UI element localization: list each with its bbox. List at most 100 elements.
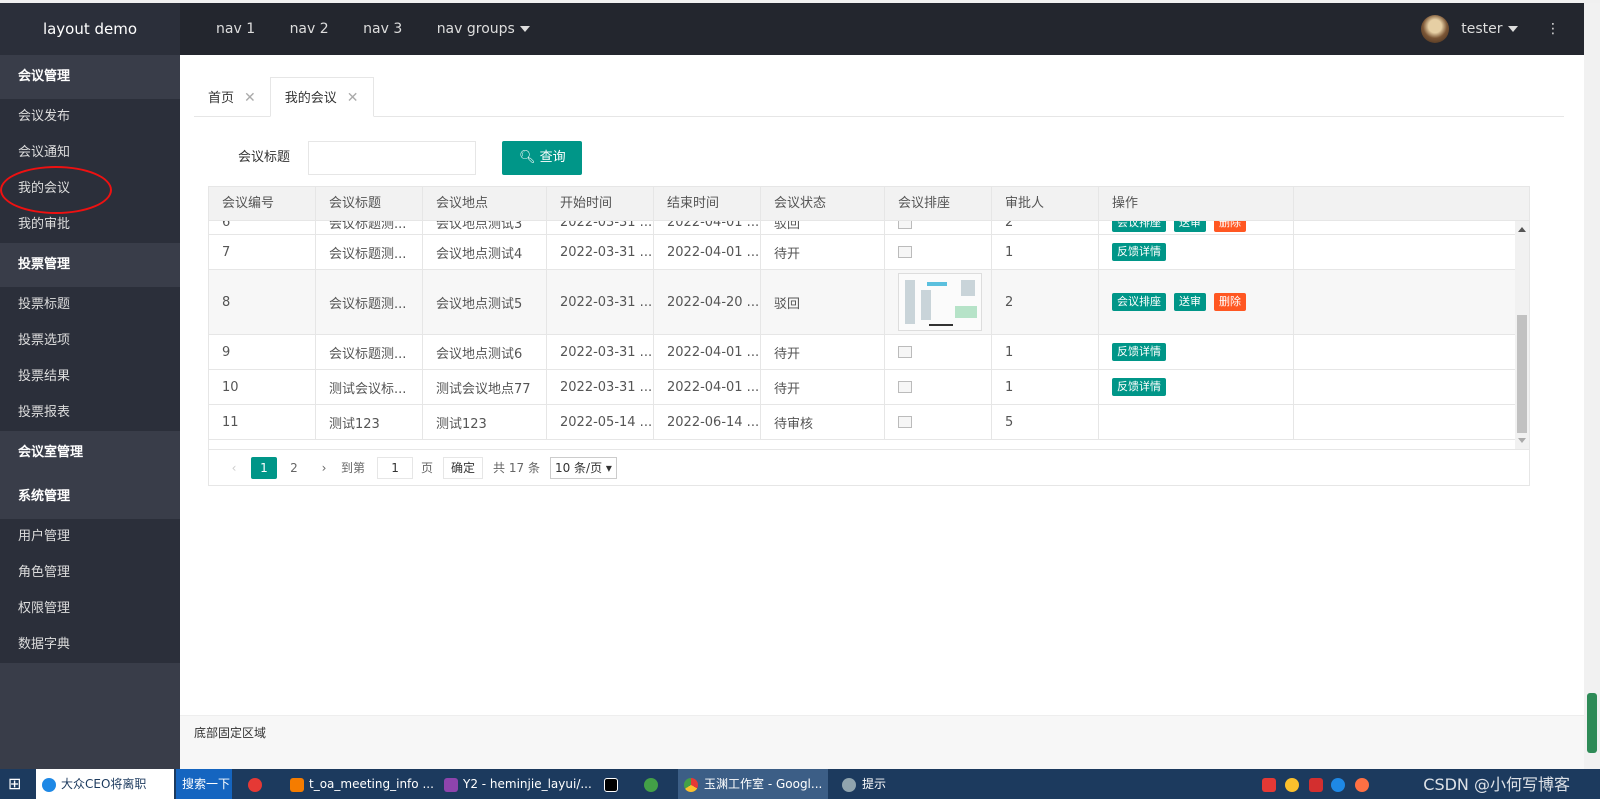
sidebar-item-user[interactable]: 用户管理	[0, 519, 180, 555]
scroll-down-icon[interactable]	[1518, 438, 1526, 443]
table-row[interactable]: 9 会议标题测... 会议地点测试6 2022-03-31 ... 2022-0…	[209, 335, 1529, 370]
main-content: 首页 ✕ 我的会议 ✕ 会议标题 🔍︎ 查询 会议编号 会议标题 会议地点 开始时间 …	[180, 55, 1584, 715]
sidebar-item-publish[interactable]: 会议发布	[0, 99, 180, 135]
green-app-icon[interactable]	[644, 769, 664, 799]
search-button[interactable]: 🔍︎ 查询	[502, 141, 583, 175]
col-id[interactable]: 会议编号	[209, 187, 316, 220]
taskbar-search[interactable]: 搜索一下	[176, 769, 232, 799]
taskbar-db[interactable]: t_oa_meeting_info ...	[284, 769, 434, 799]
sidebar-item-dictionary[interactable]: 数据字典	[0, 627, 180, 663]
col-end[interactable]: 结束时间	[654, 187, 761, 220]
broken-image-icon	[898, 381, 912, 393]
sidebar-item-role[interactable]: 角色管理	[0, 555, 180, 591]
feedback-detail-button[interactable]: 反馈详情	[1112, 343, 1166, 361]
scroll-up-icon[interactable]	[1518, 227, 1526, 232]
tray-app-icon[interactable]	[1355, 777, 1370, 792]
close-icon[interactable]: ✕	[244, 90, 256, 106]
seat-button[interactable]: 会议排座	[1112, 293, 1166, 311]
windows-start-icon[interactable]: ⊞	[8, 769, 21, 799]
tab-home[interactable]: 首页 ✕	[194, 78, 270, 118]
table-scrollbar[interactable]	[1515, 221, 1529, 449]
page-scrollbar-thumb[interactable]	[1587, 693, 1597, 753]
delete-button[interactable]: 删除	[1214, 221, 1246, 232]
cell-ops: 反馈详情	[1099, 370, 1294, 404]
goto-confirm-button[interactable]: 确定	[443, 456, 484, 479]
table-row[interactable]: 7 会议标题测... 会议地点测试4 2022-03-31 ... 2022-0…	[209, 235, 1529, 270]
sidebar-item-notice[interactable]: 会议通知	[0, 135, 180, 171]
sidebar-group-room[interactable]: 会议室管理	[0, 431, 180, 475]
col-status[interactable]: 会议状态	[761, 187, 885, 220]
nav-groups[interactable]: nav groups	[437, 21, 530, 37]
table-row[interactable]: 10 测试会议标... 测试会议地点77 2022-03-31 ... 2022…	[209, 370, 1529, 405]
seat-button[interactable]: 会议排座	[1112, 221, 1166, 232]
submit-review-button[interactable]: 送审	[1174, 221, 1206, 232]
app-icon[interactable]	[248, 769, 268, 799]
cell-title: 会议标题测...	[316, 221, 423, 234]
page-size-select[interactable]: 10 条/页 ▾	[549, 456, 617, 479]
cell-end: 2022-04-20 ...	[654, 270, 761, 334]
col-seat[interactable]: 会议排座	[885, 187, 992, 220]
bluetooth-icon[interactable]	[1331, 777, 1346, 792]
avatar	[1421, 15, 1450, 43]
close-icon[interactable]: ✕	[347, 90, 359, 106]
app-logo: layout demo	[0, 3, 180, 55]
meeting-title-input[interactable]	[308, 141, 477, 175]
cell-seat	[885, 335, 992, 369]
sogou-icon[interactable]	[1262, 777, 1276, 792]
sidebar-item-vote-report[interactable]: 投票报表	[0, 395, 180, 431]
taskbar-news[interactable]: 大众CEO将离职	[36, 769, 174, 799]
table-scrollbar-thumb[interactable]	[1517, 315, 1527, 433]
cell-approver: 1	[992, 335, 1099, 369]
tray-app-icon[interactable]	[1284, 777, 1299, 792]
sidebar-item-vote-option[interactable]: 投票选项	[0, 323, 180, 359]
sidebar-item-permission[interactable]: 权限管理	[0, 591, 180, 627]
wps-icon[interactable]	[1308, 777, 1323, 792]
chevron-down-icon	[1507, 26, 1518, 32]
submit-review-button[interactable]: 送审	[1174, 293, 1206, 311]
sidebar-group-system[interactable]: 系统管理	[0, 475, 180, 519]
table-body: 6 会议标题测... 会议地点测试3 2022-03-31 ... 2022-0…	[209, 221, 1529, 449]
table-row[interactable]: 6 会议标题测... 会议地点测试3 2022-03-31 ... 2022-0…	[209, 221, 1529, 235]
sidebar-group-meeting[interactable]: 会议管理	[0, 55, 180, 99]
intellij-icon[interactable]	[604, 769, 623, 799]
col-title[interactable]: 会议标题	[316, 187, 423, 220]
cell-status: 驳回	[761, 270, 885, 334]
page-scrollbar[interactable]	[1584, 3, 1600, 769]
sidebar-group-vote[interactable]: 投票管理	[0, 243, 180, 287]
col-approver[interactable]: 审批人	[992, 187, 1099, 220]
nav-item-1[interactable]: nav 1	[216, 21, 255, 37]
broken-image-icon	[898, 346, 912, 358]
search-icon: 🔍︎	[518, 150, 536, 165]
table-row[interactable]: 8 会议标题测... 会议地点测试5 2022-03-31 ... 2022-0…	[209, 270, 1529, 335]
cell-end: 2022-04-01 ...	[654, 335, 761, 369]
nav-item-3[interactable]: nav 3	[363, 21, 402, 37]
prev-page-icon[interactable]: ‹	[221, 457, 247, 479]
col-start[interactable]: 开始时间	[547, 187, 654, 220]
user-menu[interactable]: tester ⋮	[1421, 3, 1560, 55]
feedback-detail-button[interactable]: 反馈详情	[1112, 378, 1166, 396]
next-page-icon[interactable]: ›	[311, 457, 337, 479]
nav-item-2[interactable]: nav 2	[290, 21, 329, 37]
sidebar-item-vote-title[interactable]: 投票标题	[0, 287, 180, 323]
tab-my-meeting[interactable]: 我的会议 ✕	[269, 77, 374, 117]
taskbar-tip[interactable]: 提示	[836, 769, 916, 799]
top-header: nav 1 nav 2 nav 3 nav groups tester ⋮	[180, 3, 1584, 55]
cell-status: 待开	[761, 235, 885, 269]
more-vertical-icon[interactable]: ⋮	[1546, 21, 1560, 37]
sidebar: layout demo 会议管理 会议发布 会议通知 我的会议 我的审批 投票管…	[0, 3, 180, 769]
goto-page-input[interactable]: 1	[377, 456, 414, 479]
col-place[interactable]: 会议地点	[423, 187, 547, 220]
taskbar-chrome[interactable]: 玉渊工作室 - Googl...	[678, 769, 828, 799]
cell-title: 测试会议标...	[316, 370, 423, 404]
taskbar-ide[interactable]: Y2 - heminjie_layui/...	[438, 769, 592, 799]
seat-plan-image[interactable]	[898, 273, 982, 331]
cell-id: 9	[209, 335, 316, 369]
col-ops[interactable]: 操作	[1099, 187, 1294, 220]
sidebar-item-my-approval[interactable]: 我的审批	[0, 207, 180, 243]
table-row[interactable]: 11 测试123 测试123 2022-05-14 ... 2022-06-14…	[209, 405, 1529, 440]
feedback-detail-button[interactable]: 反馈详情	[1112, 243, 1166, 261]
page-2[interactable]: 2	[281, 457, 307, 479]
page-1[interactable]: 1	[251, 456, 277, 479]
sidebar-item-vote-result[interactable]: 投票结果	[0, 359, 180, 395]
delete-button[interactable]: 删除	[1214, 293, 1246, 311]
